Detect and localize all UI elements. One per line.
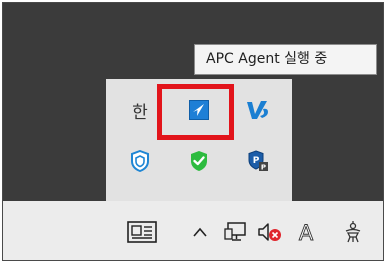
chevron-up-icon[interactable]: [184, 214, 216, 250]
ime-korean-indicator[interactable]: 한: [120, 90, 160, 130]
vs-icon[interactable]: [238, 90, 278, 130]
taskbar: A: [3, 201, 383, 260]
protection-shield-icon[interactable]: P P: [238, 141, 278, 181]
screen-frame: APC Agent 실행 중 한 P P A: [2, 2, 384, 261]
settings-icon[interactable]: [337, 214, 369, 250]
tooltip-text: APC Agent 실행 중: [206, 51, 328, 67]
ime-korean-label: 한: [132, 102, 148, 123]
tooltip: APC Agent 실행 중: [194, 44, 377, 75]
ime-mode-label: A: [299, 221, 314, 244]
network-icon[interactable]: [220, 214, 252, 250]
volume-muted-icon[interactable]: [254, 214, 286, 250]
defender-shield-icon[interactable]: [120, 141, 160, 181]
svg-text:P: P: [261, 164, 266, 172]
news-icon[interactable]: [122, 214, 162, 250]
highlight-box: [157, 84, 234, 140]
security-check-icon[interactable]: [179, 141, 219, 181]
ime-mode-icon[interactable]: A: [290, 214, 322, 250]
svg-text:P: P: [253, 156, 260, 166]
